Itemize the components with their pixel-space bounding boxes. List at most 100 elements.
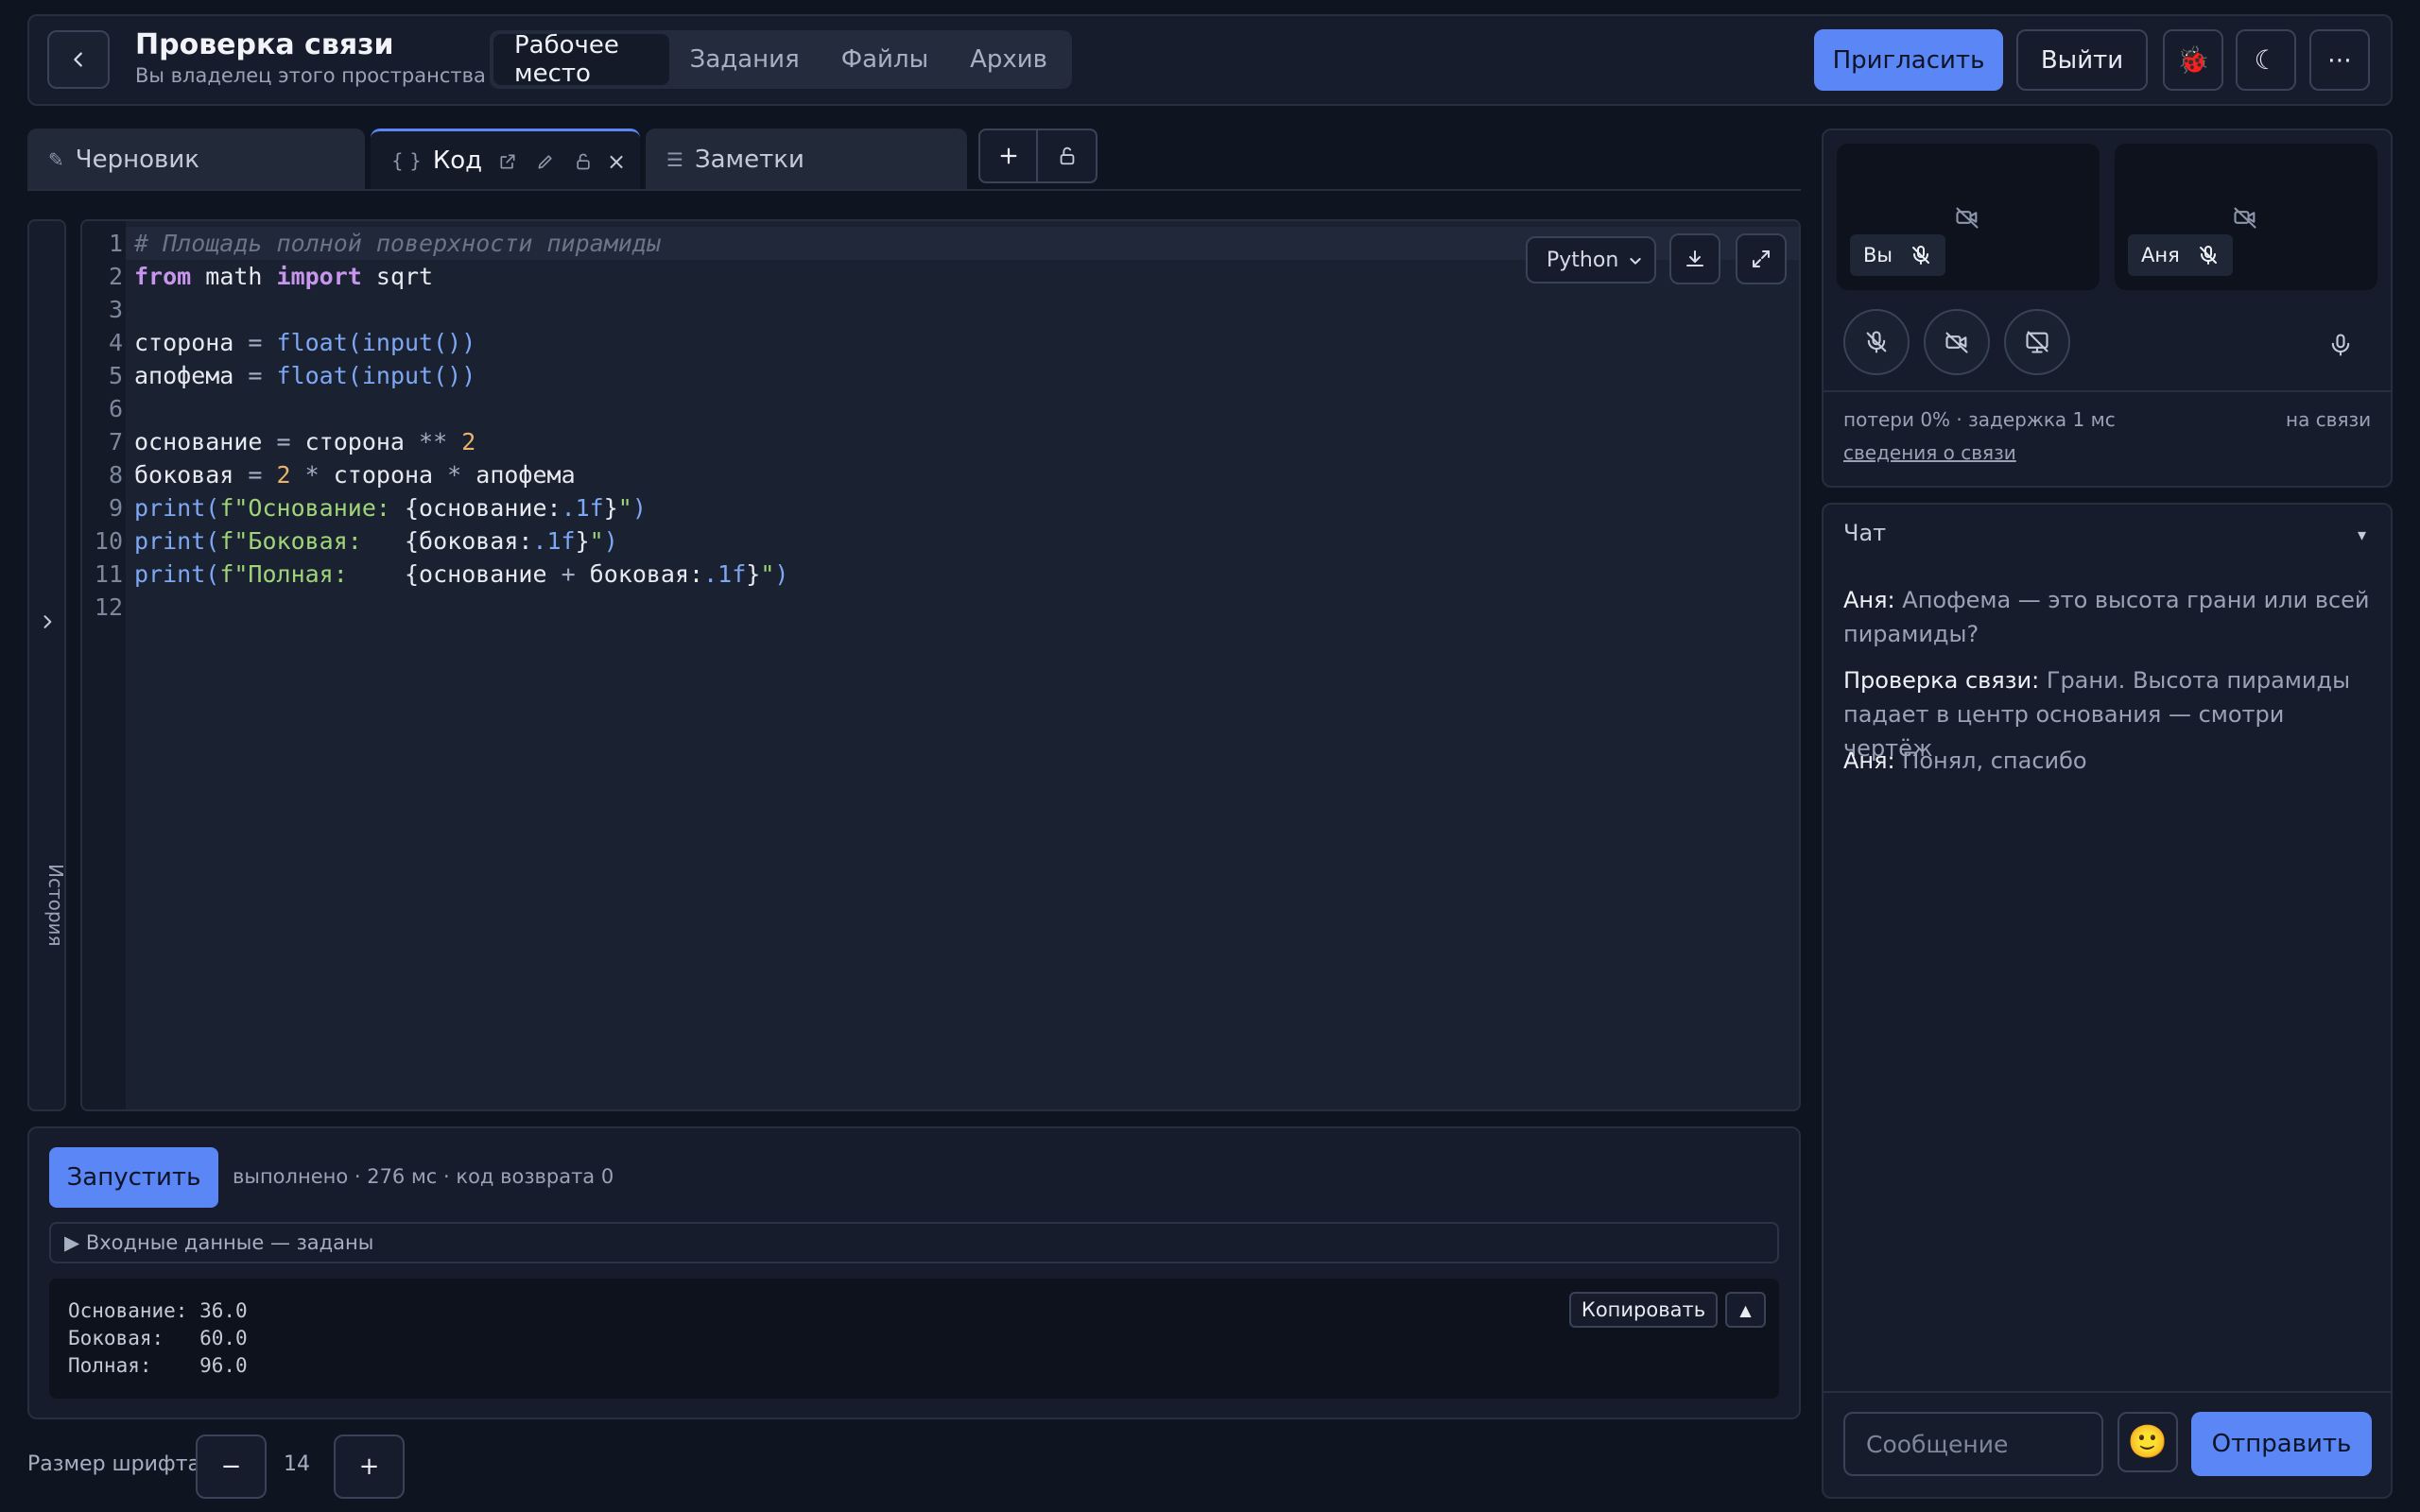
emoji-icon: 🙂 xyxy=(2127,1423,2169,1461)
chat-divider xyxy=(1824,1391,2391,1393)
font-size-value: 14 xyxy=(284,1452,310,1476)
code-lines: 1 # Площадь полной поверхности пирамиды 2… xyxy=(82,227,789,624)
code-line: 7 основание = сторона ** 2 xyxy=(108,428,476,455)
camera-off-icon xyxy=(1956,207,1979,229)
self-label: Вы xyxy=(1850,234,1945,276)
tab-code[interactable]: { } Код × xyxy=(371,129,640,190)
emoji-button[interactable]: 🙂 xyxy=(2118,1412,2178,1472)
message-author: Аня: xyxy=(1843,747,1895,774)
tab-notes[interactable]: ☰ Заметки xyxy=(646,129,967,190)
copy-output-button[interactable]: Копировать xyxy=(1569,1292,1718,1328)
tab-draft[interactable]: ✎ Черновик xyxy=(27,129,365,190)
exit-button[interactable]: Выйти xyxy=(2016,29,2148,91)
code-line: 5 апофема = float(input()) xyxy=(108,362,476,389)
code-line: 2 from math import sqrt xyxy=(108,263,434,290)
main-nav: Рабочее место Задания Файлы Архив xyxy=(490,30,1072,89)
invite-button[interactable]: Пригласить xyxy=(1814,29,2003,91)
unlock-icon[interactable] xyxy=(569,147,597,176)
open-external-icon[interactable] xyxy=(493,147,522,176)
chevron-left-icon xyxy=(74,52,82,67)
unlock-icon xyxy=(1060,146,1074,165)
call-divider xyxy=(1824,390,2391,392)
close-tab-icon[interactable]: × xyxy=(602,147,631,176)
code-line: 6 xyxy=(108,395,123,422)
mic-off-icon xyxy=(1912,246,1929,265)
code-line: 4 сторона = float(input()) xyxy=(108,329,476,356)
code-line: 3 xyxy=(108,296,123,323)
run-button[interactable]: Запустить xyxy=(49,1147,218,1208)
language-select[interactable]: Python xyxy=(1526,236,1656,284)
lock-tabs-button[interactable] xyxy=(1038,130,1096,181)
code-line: 8 боковая = 2 * сторона * апофема xyxy=(108,461,576,489)
send-button[interactable]: Отправить xyxy=(2191,1412,2372,1476)
add-tab-button[interactable] xyxy=(980,130,1038,181)
fullscreen-button[interactable] xyxy=(1736,233,1787,284)
output-console: Основание: 36.0 Боковая: 60.0 Полная: 96… xyxy=(49,1279,1779,1399)
toggle-mic-button[interactable] xyxy=(1843,309,1910,375)
more-button[interactable]: ⋯ xyxy=(2309,29,2370,91)
language-value: Python xyxy=(1547,248,1619,272)
code-line: 12 xyxy=(94,593,123,621)
chat-collapse-toggle[interactable]: ▾ xyxy=(2358,525,2366,545)
message-input[interactable]: Сообщение xyxy=(1843,1412,2103,1476)
camera-off-icon xyxy=(1945,332,1968,353)
tab-divider xyxy=(27,189,1801,191)
bug-icon: 🐞 xyxy=(2176,44,2210,76)
nav-files[interactable]: Файлы xyxy=(821,34,949,85)
chevron-right-icon xyxy=(43,615,52,628)
chat-message: Аня: Апофема — это высота грани или всей… xyxy=(1843,583,2373,651)
message-author: Проверка связи: xyxy=(1843,667,2040,694)
workspace-title: Проверка связи xyxy=(135,28,394,61)
mic-off-icon xyxy=(1866,331,1887,353)
mic-icon xyxy=(2331,334,2350,356)
run-status: выполнено · 276 мс · код возврата 0 xyxy=(233,1165,614,1188)
font-increase-button[interactable]: + xyxy=(334,1435,405,1499)
connection-details-link[interactable]: сведения о связи xyxy=(1843,441,2016,464)
message-text: Апофема — это высота грани или всей пира… xyxy=(1843,587,2370,647)
expand-icon xyxy=(1753,250,1770,267)
nav-archive[interactable]: Архив xyxy=(949,34,1068,85)
screen-share-button[interactable] xyxy=(2004,309,2070,375)
chevron-down-icon xyxy=(1630,258,1641,265)
peer-name: Аня xyxy=(2141,244,2180,266)
workspace-subtitle: Вы владелец этого пространства xyxy=(135,64,486,87)
theme-toggle-button[interactable]: ☾ xyxy=(2236,29,2296,91)
camera-off-icon xyxy=(2234,207,2256,229)
input-data-toggle[interactable]: ▶ Входные данные — заданы xyxy=(49,1222,1779,1263)
mic-settings-button[interactable] xyxy=(2322,326,2360,364)
connection-state: на связи xyxy=(2286,408,2372,431)
code-editor[interactable]: 1 # Площадь полной поверхности пирамиды 2… xyxy=(80,219,1801,1111)
nav-workspace[interactable]: Рабочее место xyxy=(493,31,669,88)
message-text: Понял, спасибо xyxy=(1902,747,2087,774)
code-line: 10 print(f"Боковая: {боковая:.1f}") xyxy=(94,527,618,555)
bug-report-button[interactable]: 🐞 xyxy=(2163,29,2223,91)
tab-code-label: Код xyxy=(432,146,483,175)
toggle-camera-button[interactable] xyxy=(1924,309,1990,375)
plus-icon xyxy=(1000,147,1016,164)
back-button[interactable] xyxy=(47,30,110,89)
tab-notes-label: Заметки xyxy=(694,145,804,174)
mic-off-icon xyxy=(2199,246,2217,265)
code-braces-icon: { } xyxy=(391,149,422,172)
history-label: История xyxy=(44,864,67,947)
download-button[interactable] xyxy=(1669,233,1720,284)
connection-stats: потери 0% · задержка 1 мс xyxy=(1843,408,2116,431)
code-line: 1 # Площадь полной поверхности пирамиды xyxy=(108,230,661,257)
peer-label: Аня xyxy=(2128,234,2233,276)
video-tile-peer: Аня xyxy=(2115,144,2377,290)
message-author: Аня: xyxy=(1843,587,1895,613)
rename-pencil-icon[interactable] xyxy=(531,147,560,176)
moon-icon: ☾ xyxy=(2254,44,2278,76)
code-line: 11 print(f"Полная: {основание + боковая:.… xyxy=(94,560,789,588)
tab-actions xyxy=(978,129,1098,183)
pencil-icon: ✎ xyxy=(48,147,64,171)
output-text: Основание: 36.0 Боковая: 60.0 Полная: 96… xyxy=(68,1299,248,1377)
chat-title: Чат xyxy=(1843,520,1887,546)
collapse-output-button[interactable]: ▲ xyxy=(1725,1292,1766,1328)
nav-tasks[interactable]: Задания xyxy=(669,34,821,85)
video-tile-self: Вы xyxy=(1837,144,2100,290)
history-sidebar-toggle[interactable]: История xyxy=(27,219,67,1111)
font-decrease-button[interactable]: − xyxy=(196,1435,267,1499)
more-icon: ⋯ xyxy=(2327,45,2352,75)
chat-panel xyxy=(1822,503,2393,1499)
